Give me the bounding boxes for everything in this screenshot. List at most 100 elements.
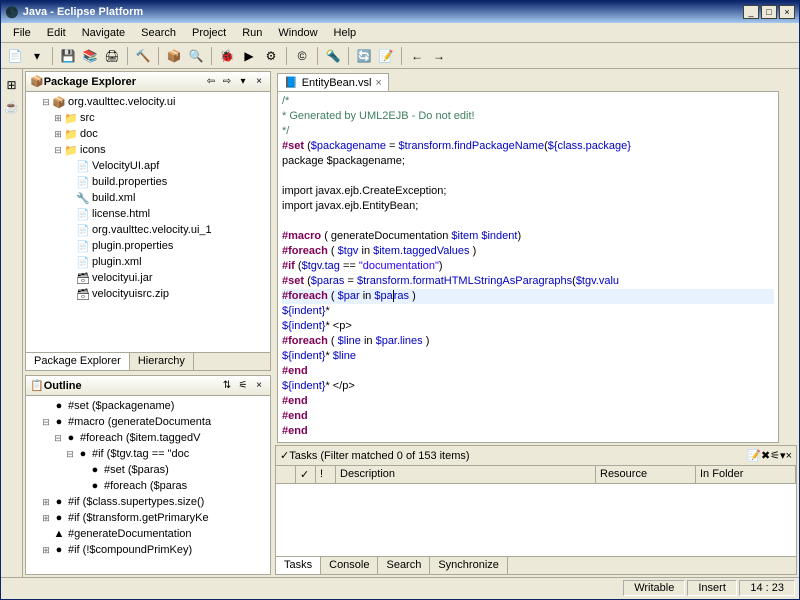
code-line[interactable]	[282, 169, 774, 184]
tree-item[interactable]: ⊟●#foreach ($item.taggedV	[28, 430, 268, 446]
package-explorer-tree[interactable]: ⊟📦org.vaulttec.velocity.ui⊞📁src⊞📁doc⊟📁ic…	[26, 92, 270, 352]
code-line[interactable]: #foreach ( $line in $par.lines )	[282, 334, 774, 349]
menu-navigate[interactable]: Navigate	[74, 25, 133, 41]
code-line[interactable]: #end	[282, 424, 774, 439]
tree-item[interactable]: ⊞●#if ($transform.getPrimaryKe	[28, 510, 268, 526]
code-line[interactable]: #macro ( generateDocumentation $item $in…	[282, 229, 774, 244]
code-line[interactable]: ${indent}* <p>	[282, 319, 774, 334]
back-icon[interactable]: ←	[407, 46, 427, 66]
open-perspective-icon[interactable]: ⊞	[2, 75, 22, 95]
tree-item[interactable]: 📄org.vaulttec.velocity.ui_1	[28, 222, 268, 238]
column-header[interactable]	[276, 466, 296, 483]
tree-item[interactable]: 📄plugin.xml	[28, 254, 268, 270]
code-line[interactable]: #set ($paras = $transform.formatHTMLStri…	[282, 274, 774, 289]
close-tab-icon[interactable]: ×	[375, 77, 381, 89]
code-line[interactable]: #foreach ( $tgv in $item.taggedValues )	[282, 244, 774, 259]
forward-icon[interactable]: →	[429, 46, 449, 66]
code-line[interactable]: ${indent}* $line	[282, 349, 774, 364]
editor-scrollbar[interactable]	[781, 91, 797, 445]
sort-icon[interactable]: ⇅	[220, 379, 234, 393]
tab-console[interactable]: Console	[321, 557, 378, 574]
menu-search[interactable]: Search	[133, 25, 184, 41]
code-line[interactable]: #set ($packagename = $transform.findPack…	[282, 139, 774, 154]
close-pane-icon[interactable]: ×	[252, 75, 266, 89]
code-editor[interactable]: /* * Generated by UML2EJB - Do not edit!…	[277, 91, 779, 443]
tree-item[interactable]: 📄VelocityUI.apf	[28, 158, 268, 174]
menu-file[interactable]: File	[5, 25, 39, 41]
code-line[interactable]: #foreach ( $par in $paras )	[282, 289, 774, 304]
tree-item[interactable]: 🗃velocityuisrc.zip	[28, 286, 268, 302]
code-line[interactable]: #end	[282, 409, 774, 424]
code-line[interactable]: import javax.ejb.EntityBean;	[282, 199, 774, 214]
tab-package-explorer[interactable]: Package Explorer	[26, 353, 130, 370]
tasks-filter-icon[interactable]: ⚟	[770, 449, 780, 462]
tree-item[interactable]: ⊟📦org.vaulttec.velocity.ui	[28, 94, 268, 110]
search-icon[interactable]: 🔦	[323, 46, 343, 66]
tree-item[interactable]: ⊞📁src	[28, 110, 268, 126]
saveall-icon[interactable]: 📚	[80, 46, 100, 66]
code-line[interactable]: import javax.ejb.CreateException;	[282, 184, 774, 199]
minimize-button[interactable]: _	[743, 5, 759, 19]
open-type-icon[interactable]: 🔍	[186, 46, 206, 66]
tree-item[interactable]: ⊞●#if ($class.supertypes.size()	[28, 494, 268, 510]
ext-run-icon[interactable]: ⚙	[261, 46, 281, 66]
code-line[interactable]: #end	[282, 394, 774, 409]
column-header[interactable]: Resource	[596, 466, 696, 483]
tree-item[interactable]: 🔧build.xml	[28, 190, 268, 206]
tree-item[interactable]: ▲#generateDocumentation	[28, 526, 268, 542]
code-line[interactable]: ${indent}* </p>	[282, 379, 774, 394]
menu-project[interactable]: Project	[184, 25, 234, 41]
new-icon[interactable]: 📄	[5, 46, 25, 66]
column-header[interactable]: ✓	[296, 466, 316, 483]
tasks-close-icon[interactable]: ×	[786, 450, 792, 462]
tab-synchronize[interactable]: Synchronize	[430, 557, 508, 574]
tree-item[interactable]: ⊞●#if (!$compoundPrimKey)	[28, 542, 268, 558]
external-icon[interactable]: 📦	[164, 46, 184, 66]
menu-edit[interactable]: Edit	[39, 25, 74, 41]
code-line[interactable]: #if ($tgv.tag == "documentation")	[282, 259, 774, 274]
java-perspective-icon[interactable]: ☕	[2, 97, 22, 117]
code-line[interactable]: ${indent}*	[282, 304, 774, 319]
tree-item[interactable]: ⊟●#macro (generateDocumenta	[28, 414, 268, 430]
tree-item[interactable]: ⊞📁doc	[28, 126, 268, 142]
editor-tab[interactable]: 📘 EntityBean.vsl ×	[277, 73, 389, 91]
code-line[interactable]: * Generated by UML2EJB - Do not edit!	[282, 109, 774, 124]
column-header[interactable]: !	[316, 466, 336, 483]
code-line[interactable]: #end	[282, 364, 774, 379]
tree-item[interactable]: 📄build.properties	[28, 174, 268, 190]
code-line[interactable]: */	[282, 124, 774, 139]
build-icon[interactable]: 🔨	[133, 46, 153, 66]
column-header[interactable]: In Folder	[696, 466, 796, 483]
tab-tasks[interactable]: Tasks	[276, 557, 321, 574]
run-icon[interactable]: ▶	[239, 46, 259, 66]
close-outline-icon[interactable]: ×	[252, 379, 266, 393]
code-line[interactable]: /*	[282, 94, 774, 109]
menu-run[interactable]: Run	[234, 25, 270, 41]
tree-item[interactable]: ⊟📁icons	[28, 142, 268, 158]
tasks-new-icon[interactable]: 📝	[747, 449, 761, 462]
tree-item[interactable]: ●#set ($packagename)	[28, 398, 268, 414]
code-line[interactable]: package $packagename;	[282, 154, 774, 169]
tree-item[interactable]: 📄license.html	[28, 206, 268, 222]
menu-window[interactable]: Window	[270, 25, 325, 41]
tasks-del-icon[interactable]: ✖	[761, 449, 770, 462]
print-icon[interactable]: 🖨	[102, 46, 122, 66]
tab-search[interactable]: Search	[378, 557, 430, 574]
tree-item[interactable]: ●#set ($paras)	[28, 462, 268, 478]
menu-help[interactable]: Help	[326, 25, 365, 41]
dropdown-icon[interactable]: ▾	[27, 46, 47, 66]
save-icon[interactable]: 💾	[58, 46, 78, 66]
new-class-icon[interactable]: ©	[292, 46, 312, 66]
back-nav-icon[interactable]: ⇦	[204, 75, 218, 89]
filter-icon[interactable]: ⚟	[236, 379, 250, 393]
tree-item[interactable]: 🗃velocityui.jar	[28, 270, 268, 286]
outline-tree[interactable]: ●#set ($packagename)⊟●#macro (generateDo…	[26, 396, 270, 574]
menu-icon[interactable]: ▾	[236, 75, 250, 89]
tree-item[interactable]: ⊟●#if ($tgv.tag == "doc	[28, 446, 268, 462]
close-button[interactable]: ×	[779, 5, 795, 19]
sync-icon[interactable]: 🔄	[354, 46, 374, 66]
column-header[interactable]: Description	[336, 466, 596, 483]
fwd-nav-icon[interactable]: ⇨	[220, 75, 234, 89]
titlebar[interactable]: 🌑 Java - Eclipse Platform _ □ ×	[1, 1, 799, 23]
tree-item[interactable]: ●#foreach ($paras	[28, 478, 268, 494]
